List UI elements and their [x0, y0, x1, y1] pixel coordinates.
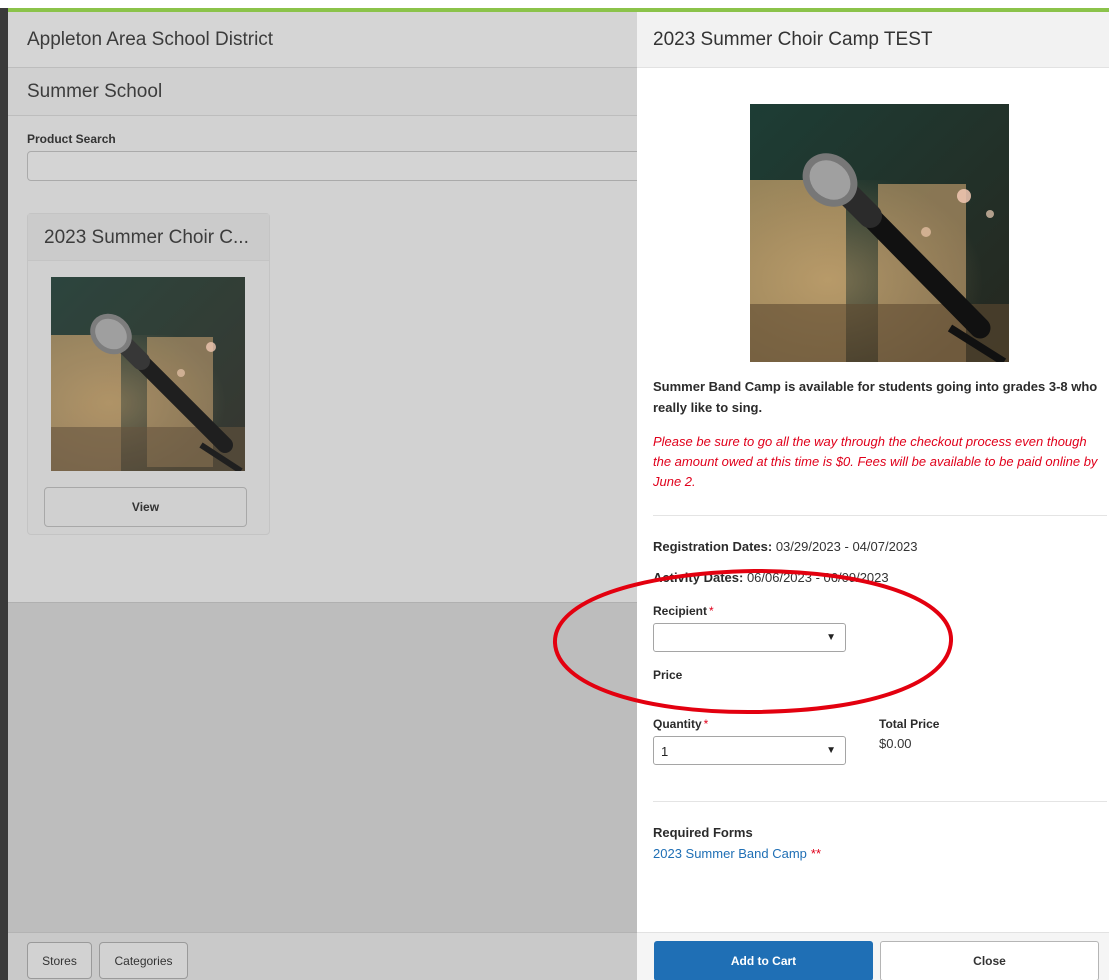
checkout-note: Please be sure to go all the way through… — [653, 434, 1098, 489]
stores-button[interactable]: Stores — [27, 942, 92, 979]
required-marker: * — [709, 604, 714, 618]
microphone-image[interactable] — [51, 277, 245, 471]
quantity-select[interactable]: 1 ▼ — [653, 736, 846, 765]
total-price-value: $0.00 — [879, 736, 912, 751]
total-price-label: Total Price — [879, 717, 940, 731]
close-button[interactable]: Close — [880, 941, 1099, 980]
search-input[interactable] — [27, 151, 657, 181]
store-name: Summer School — [8, 68, 637, 116]
store-body: Product Search 2023 Summer Choir C... Vi… — [8, 116, 657, 602]
recipient-label-text: Recipient — [653, 604, 708, 618]
registration-dates-value: 03/29/2023 - 04/07/2023 — [775, 539, 918, 554]
required-form-link-text[interactable]: 2023 Summer Band Camp — [653, 846, 807, 861]
detail-title: 2023 Summer Choir Camp TEST — [637, 12, 1109, 68]
quantity-label: Quantity * — [653, 717, 708, 731]
registration-dates: Registration Dates: 03/29/2023 - 04/07/2… — [653, 539, 918, 554]
registration-dates-label: Registration Dates: — [653, 539, 773, 554]
categories-button[interactable]: Categories — [99, 942, 188, 979]
caret-down-icon: ▼ — [826, 632, 836, 643]
required-form-marker: ** — [810, 846, 822, 861]
district-name: Appleton Area School District — [8, 12, 637, 68]
activity-dates: Activity Dates: 06/06/2023 - 06/09/2023 — [653, 570, 889, 585]
quantity-label-text: Quantity — [653, 717, 702, 731]
store-empty-area — [8, 602, 637, 932]
store-footer: Stores Categories — [8, 932, 637, 980]
product-card[interactable]: 2023 Summer Choir C... View — [27, 213, 270, 535]
divider — [653, 515, 1107, 516]
view-button[interactable]: View — [44, 487, 247, 527]
recipient-select[interactable]: ▼ — [653, 623, 846, 652]
product-detail-panel: 2023 Summer Choir Camp TEST Summer Band … — [637, 12, 1109, 980]
activity-dates-value: 06/06/2023 - 06/09/2023 — [746, 570, 889, 585]
required-marker: * — [703, 717, 709, 731]
required-form-link[interactable]: 2023 Summer Band Camp ** — [653, 846, 821, 861]
microphone-image — [750, 104, 1009, 362]
quantity-value: 1 — [661, 744, 669, 759]
recipient-label: Recipient * — [653, 604, 714, 618]
store-panel: Appleton Area School District Summer Sch… — [8, 12, 657, 980]
left-edge — [0, 8, 8, 980]
divider — [653, 801, 1107, 802]
price-label: Price — [653, 668, 683, 682]
activity-dates-label: Activity Dates: — [653, 570, 744, 585]
required-forms-label: Required Forms — [653, 825, 753, 840]
add-to-cart-button[interactable]: Add to Cart — [654, 941, 873, 980]
product-description: Summer Band Camp is available for studen… — [653, 379, 1098, 415]
caret-down-icon: ▼ — [826, 745, 836, 756]
product-card-title: 2023 Summer Choir C... — [28, 214, 269, 261]
detail-footer: Add to Cart Close — [637, 932, 1109, 980]
search-label: Product Search — [27, 132, 116, 146]
